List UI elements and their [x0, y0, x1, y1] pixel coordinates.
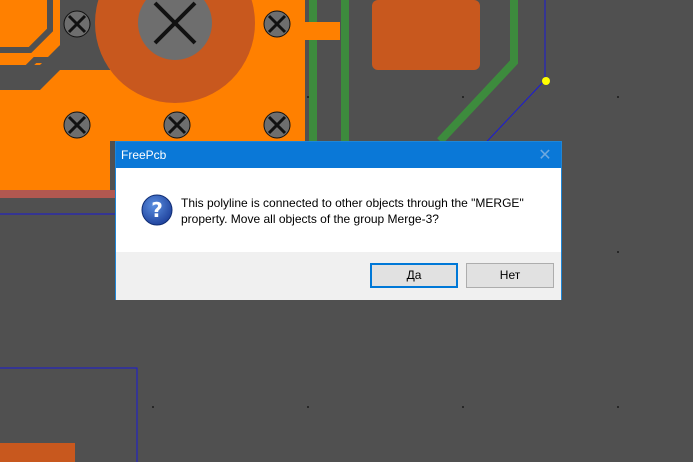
- yes-button[interactable]: Да: [370, 263, 458, 288]
- smd-pad-bottom: [0, 443, 75, 462]
- merge-dialog: FreePcb ✕ ? This polyline is connected t…: [115, 141, 562, 300]
- smd-pad: [372, 0, 480, 70]
- no-button[interactable]: Нет: [466, 263, 554, 288]
- close-icon[interactable]: ✕: [529, 142, 561, 168]
- question-icon: ?: [141, 194, 173, 226]
- dialog-content: ? This polyline is connected to other ob…: [116, 168, 561, 252]
- dialog-footer: Да Нет: [116, 252, 561, 300]
- dialog-titlebar[interactable]: FreePcb ✕: [116, 142, 561, 168]
- dialog-title: FreePcb: [121, 148, 167, 162]
- dialog-message: This polyline is connected to other obje…: [181, 196, 524, 226]
- selected-vertex[interactable]: [542, 77, 550, 85]
- svg-text:?: ?: [151, 198, 163, 222]
